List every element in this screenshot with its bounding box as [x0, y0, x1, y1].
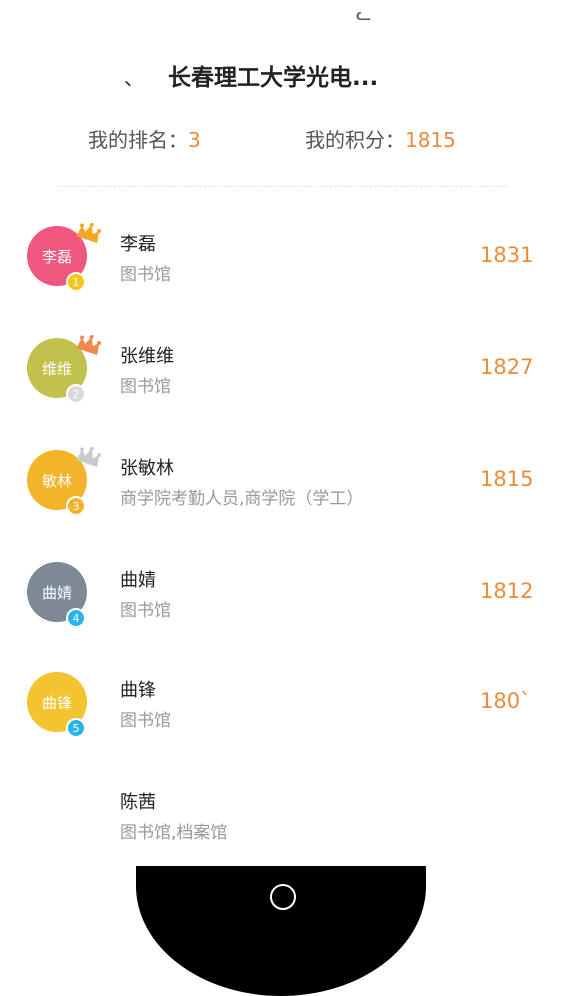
my-stats: 我的排名：3 我的积分：1815 [0, 124, 564, 156]
status-glyph: ᓚ [356, 4, 372, 25]
my-score: 我的积分：1815 [305, 124, 456, 153]
member-score: 180` [480, 689, 531, 713]
my-rank: 我的排名：3 [88, 124, 201, 153]
leaderboard-row[interactable]: 维维 2 张维维 图书馆 1827 [0, 322, 564, 414]
member-department: 图书馆 [120, 711, 171, 731]
member-score: 1812 [480, 579, 534, 603]
member-department: 商学院考勤人员,商学院（学工） [120, 489, 364, 509]
member-score: 1831 [480, 243, 534, 267]
title-mark: 、 [124, 66, 144, 90]
rank-badge: 1 [66, 272, 86, 292]
member-department: 图书馆,档案馆 [120, 823, 228, 843]
score-label: 我的积分： [305, 128, 405, 152]
divider [58, 186, 508, 187]
member-name: 陈茜 [120, 792, 156, 813]
member-name: 张敏林 [120, 458, 174, 479]
member-name: 张维维 [120, 346, 174, 367]
member-name: 李磊 [120, 234, 156, 255]
member-department: 图书馆 [120, 265, 171, 285]
leaderboard-row[interactable]: 敏林 3 张敏林 商学院考勤人员,商学院（学工） 1815 [0, 434, 564, 526]
rank-badge: 2 [66, 384, 86, 404]
rank-badge: 3 [66, 496, 86, 516]
member-score: 1815 [480, 467, 534, 491]
score-value: 1815 [405, 128, 456, 152]
rank-badge: 5 [66, 718, 86, 738]
avatar [27, 784, 87, 844]
home-circle-icon[interactable] [270, 884, 296, 910]
rank-label: 我的排名： [88, 128, 188, 152]
leaderboard-row[interactable]: 曲锋 5 曲锋 图书馆 180` [0, 656, 564, 748]
member-score: 1827 [480, 355, 534, 379]
page-title: 长春理工大学光电... [168, 65, 379, 91]
leaderboard-row[interactable]: 曲婧 4 曲婧 图书馆 1812 [0, 546, 564, 638]
rank-badge: 4 [66, 608, 86, 628]
member-department: 图书馆 [120, 601, 171, 621]
leaderboard-row[interactable]: 陈茜图书馆,档案馆 [0, 768, 564, 860]
member-department: 图书馆 [120, 377, 171, 397]
rank-value: 3 [188, 128, 201, 152]
leaderboard-row[interactable]: 李磊 1 李磊 图书馆 1831 [0, 210, 564, 302]
page-header: 、 长春理工大学光电... [0, 56, 564, 92]
member-name: 曲婧 [120, 570, 156, 591]
member-name: 曲锋 [120, 680, 156, 701]
